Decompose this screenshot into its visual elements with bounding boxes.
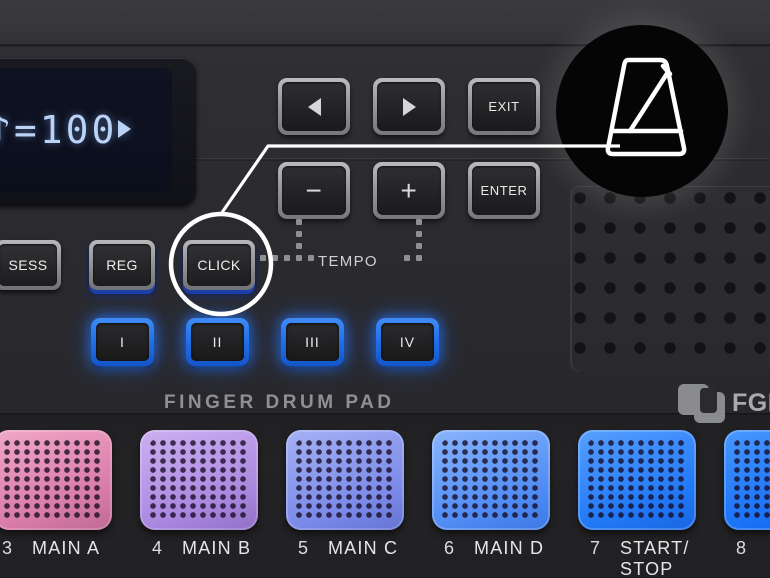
plus-button[interactable]: +	[373, 162, 445, 219]
pad-5-name: MAIN C	[328, 538, 399, 558]
drum-pad-button-4[interactable]: IV	[376, 318, 439, 366]
brand-logo: FGD	[678, 382, 770, 423]
sess-button[interactable]: SESS	[0, 240, 61, 290]
finger-drum-pad-section-label: FINGER DRUM PAD	[164, 392, 395, 413]
pad-3-texture	[3, 439, 103, 521]
pad-3[interactable]	[0, 430, 112, 530]
tempo-label: TEMPO	[318, 253, 378, 270]
triangle-right-icon	[402, 97, 416, 116]
drum-pad-button-3-label: III	[286, 323, 339, 361]
reg-button-label: REG	[93, 244, 151, 286]
metronome-callout-circle	[556, 25, 728, 197]
speaker-grille-holes	[574, 192, 770, 366]
device-photo-panel: ♪=100 EXIT − + ENTER SESS REG CLICK TEMP…	[0, 0, 770, 578]
click-button[interactable]: CLICK	[183, 240, 255, 290]
pad-5-texture	[295, 439, 395, 521]
exit-button[interactable]: EXIT	[468, 78, 540, 135]
pad-4-name: MAIN B	[182, 538, 252, 558]
pad-4[interactable]	[140, 430, 258, 530]
pad-8[interactable]	[724, 430, 770, 530]
drum-pad-button-1[interactable]: I	[91, 318, 154, 366]
lcd-play-arrow-icon	[118, 120, 131, 138]
drum-pad-button-3[interactable]: III	[281, 318, 344, 366]
prev-button-cap	[282, 82, 346, 131]
pad-6-texture	[441, 439, 541, 521]
next-button-cap	[377, 82, 441, 131]
pad-7[interactable]	[578, 430, 696, 530]
pad-7-number: 7	[590, 538, 601, 558]
reg-button[interactable]: REG	[89, 240, 155, 290]
drum-pad-button-4-label: IV	[381, 323, 434, 361]
click-button-label: CLICK	[187, 244, 251, 286]
pad-7-texture	[587, 439, 687, 521]
pad-7-name: START/ STOP	[620, 538, 690, 578]
pad-4-texture	[149, 439, 249, 521]
drum-pad-button-2[interactable]: II	[186, 318, 249, 366]
drum-pad-button-1-label: I	[96, 323, 149, 361]
lcd-screen: ♪=100	[0, 68, 172, 192]
plus-icon: +	[400, 174, 418, 206]
pad-6-name: MAIN D	[474, 538, 545, 558]
pad-4-number: 4	[152, 538, 163, 558]
exit-button-label: EXIT	[472, 82, 536, 131]
pad-6-number: 6	[444, 538, 455, 558]
logo-square-inner-icon	[700, 388, 717, 413]
drum-pad-button-2-label: II	[191, 323, 244, 361]
pad-3-number: 3	[2, 538, 13, 558]
plus-button-cap: +	[377, 166, 441, 215]
prev-button[interactable]	[278, 78, 350, 135]
speaker-grille	[570, 186, 770, 372]
pad-8-texture	[733, 439, 770, 521]
lcd-bezel: ♪=100	[0, 58, 196, 206]
pad-6[interactable]	[432, 430, 550, 530]
enter-button-label: ENTER	[472, 166, 536, 215]
pad-8-number: 8	[736, 538, 747, 558]
tempo-bracket: TEMPO	[258, 219, 428, 282]
lcd-tempo-text: ♪=100	[0, 108, 118, 152]
next-button[interactable]	[373, 78, 445, 135]
sess-button-label: SESS	[0, 244, 57, 286]
brand-logo-text: FGD	[732, 389, 770, 417]
pad-5[interactable]	[286, 430, 404, 530]
minus-button[interactable]: −	[278, 162, 350, 219]
pad-5-number: 5	[298, 538, 309, 558]
enter-button[interactable]: ENTER	[468, 162, 540, 219]
triangle-left-icon	[307, 97, 321, 116]
pad-3-name: MAIN A	[32, 538, 101, 558]
minus-button-cap: −	[282, 166, 346, 215]
minus-icon: −	[305, 174, 323, 206]
